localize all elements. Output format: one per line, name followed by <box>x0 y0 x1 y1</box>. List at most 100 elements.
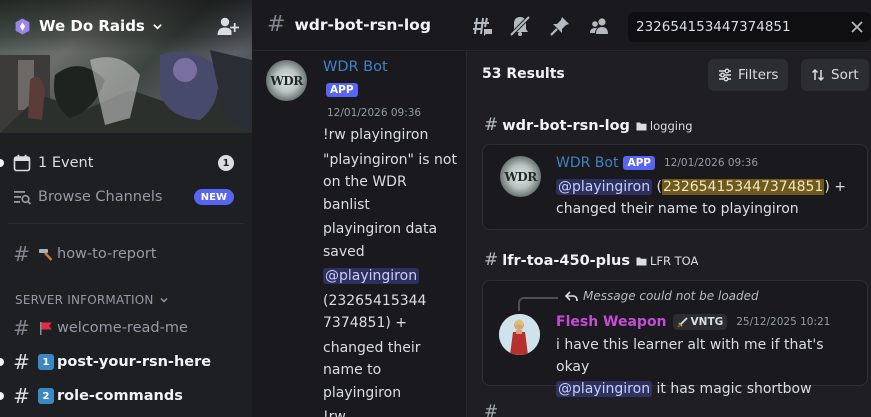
channel-header: # wdr-bot-rsn-log <box>252 0 871 51</box>
reply-connector <box>518 297 558 311</box>
message-author[interactable]: Flesh Weapon <box>556 314 667 330</box>
sort-button[interactable]: Sort <box>801 59 869 91</box>
server-sidebar: We Do Raids 1 Event 1 Browse Channels NE… <box>0 0 252 417</box>
message-author[interactable]: WDR Bot <box>556 155 618 171</box>
invite-people-icon[interactable] <box>217 16 239 36</box>
hashtag-icon: # <box>13 242 30 266</box>
bot-avatar[interactable]: WDR <box>500 156 541 197</box>
folder-icon <box>636 122 647 130</box>
event-count-badge: 1 <box>218 155 234 171</box>
calendar-icon <box>13 154 30 172</box>
sort-label: Sort <box>831 67 859 83</box>
threads-icon[interactable] <box>472 15 494 37</box>
sidebar-item-browse-channels[interactable]: Browse Channels NEW <box>0 182 252 212</box>
results-count: 53 Results <box>482 66 565 82</box>
result-category: logging <box>649 118 693 133</box>
clan-tag-label: VNTG <box>690 316 724 328</box>
text-fragment: changed their name to playingiron <box>556 201 799 217</box>
hashtag-icon: # <box>484 402 499 417</box>
message-line: !rw <box>323 409 346 417</box>
channel-label: how-to-report <box>57 246 157 262</box>
message-line: (23265415344 <box>323 292 427 309</box>
result-group-header-partial[interactable]: # <box>484 404 502 417</box>
message-timestamp: 12/01/2026 09:36 <box>327 107 422 119</box>
filters-label: Filters <box>738 67 779 83</box>
chevron-down-icon <box>153 23 162 30</box>
message-line: "playingiron" is not on the WDR banlist <box>323 151 457 213</box>
search-input[interactable] <box>636 19 836 35</box>
channel-how-to-report[interactable]: # how-to-report <box>0 239 252 269</box>
channel-label: post-your-rsn-here <box>57 354 212 370</box>
message-body: i have this learner alt with me if that'… <box>556 334 861 400</box>
message-header: WDR Bot APP 12/01/2026 09:36 <box>556 155 758 171</box>
message-header: Flesh Weapon VNTG 25/12/2025 10:21 <box>556 314 830 330</box>
notifications-muted-icon[interactable] <box>509 15 531 37</box>
search-result-message[interactable]: WDR WDR Bot APP 12/01/2026 09:36 @playin… <box>482 144 868 230</box>
clan-tag: VNTG <box>672 314 728 330</box>
message-timestamp: 12/01/2026 09:36 <box>664 157 759 169</box>
hashtag-icon: # <box>13 316 30 340</box>
message-line: 7374851) + <box>323 315 407 331</box>
result-channel-name: lfr-toa-450-plus <box>502 252 630 269</box>
channel-welcome-read-me[interactable]: # welcome-read-me <box>0 313 252 343</box>
user-mention[interactable]: @playingiron <box>556 381 653 397</box>
search-box[interactable] <box>628 12 871 42</box>
channel-role-commands[interactable]: # 2 role-commands <box>0 381 252 411</box>
channel-label: welcome-read-me <box>57 320 188 336</box>
category-label: SERVER INFORMATION <box>15 293 154 307</box>
server-name: We Do Raids <box>39 17 145 35</box>
sidebar-item-label: 1 Event <box>38 155 94 171</box>
text-fragment: it has magic shortbow <box>652 381 812 397</box>
avatar-logo-text: WDR <box>504 169 537 184</box>
hashtag-icon: # <box>13 384 30 408</box>
pinned-messages-icon[interactable] <box>549 15 571 37</box>
text-fragment: i have this learner alt with me if that'… <box>556 337 824 375</box>
new-badge: NEW <box>193 189 234 205</box>
divider <box>8 223 244 224</box>
filters-button[interactable]: Filters <box>708 59 789 91</box>
server-header[interactable]: We Do Raids <box>0 0 252 52</box>
search-results-panel: 53 Results Filters Sort # wdr-bot-rsn-lo… <box>466 52 871 417</box>
channel-label: role-commands <box>57 388 183 404</box>
message-timestamp: 25/12/2025 10:21 <box>736 316 831 328</box>
sidebar-item-label: Browse Channels <box>38 189 163 205</box>
sidebar-item-events[interactable]: 1 Event 1 <box>0 148 252 178</box>
user-mention[interactable]: @playingiron <box>556 179 653 195</box>
hammer-emoji-icon <box>39 249 53 261</box>
message-list: WDR WDR Bot APP 12/01/2026 09:36 !rw pla… <box>252 52 465 417</box>
keycap-one-emoji-icon: 1 <box>38 354 54 370</box>
search-result-message[interactable]: Message could not be loaded Flesh Weapon… <box>482 280 868 397</box>
user-avatar[interactable] <box>499 314 540 355</box>
browse-channels-icon <box>13 191 31 205</box>
result-channel-name: wdr-bot-rsn-log <box>502 117 630 134</box>
message-line: playingiron data saved <box>323 221 438 260</box>
channel-post-your-rsn-here[interactable]: # 1 post-your-rsn-here <box>0 347 252 377</box>
result-category: LFR TOA <box>649 253 699 268</box>
reply-icon <box>565 290 578 301</box>
sort-icon <box>811 68 825 82</box>
clear-search-icon[interactable] <box>850 20 864 34</box>
reply-note: Message could not be loaded <box>583 289 759 303</box>
bot-avatar[interactable]: WDR <box>266 60 307 101</box>
app-tag: APP <box>623 156 655 170</box>
text-fragment: ) + <box>824 179 846 195</box>
boost-badge-icon <box>15 18 30 34</box>
sword-icon <box>676 316 688 328</box>
chevron-down-icon <box>160 298 168 303</box>
folder-icon <box>636 257 647 265</box>
message-line: !rw playingiron <box>323 127 429 143</box>
member-list-icon[interactable] <box>588 15 610 37</box>
hashtag-icon: # <box>13 350 30 374</box>
category-server-information[interactable]: SERVER INFORMATION <box>15 293 169 307</box>
user-mention[interactable]: @playingiron <box>323 268 420 284</box>
avatar-figure <box>499 314 540 355</box>
result-group-header[interactable]: # lfr-toa-450-plus LFR TOA <box>484 252 698 269</box>
hashtag-icon: # <box>267 12 286 37</box>
filters-icon <box>719 68 731 82</box>
reply-preview[interactable]: Message could not be loaded <box>565 289 759 303</box>
result-group-header[interactable]: # wdr-bot-rsn-log logging <box>484 117 693 134</box>
app-tag: APP <box>326 83 358 97</box>
hashtag-icon: # <box>484 250 499 270</box>
avatar-logo-text: WDR <box>270 73 303 88</box>
message-author[interactable]: WDR Bot <box>323 59 388 75</box>
